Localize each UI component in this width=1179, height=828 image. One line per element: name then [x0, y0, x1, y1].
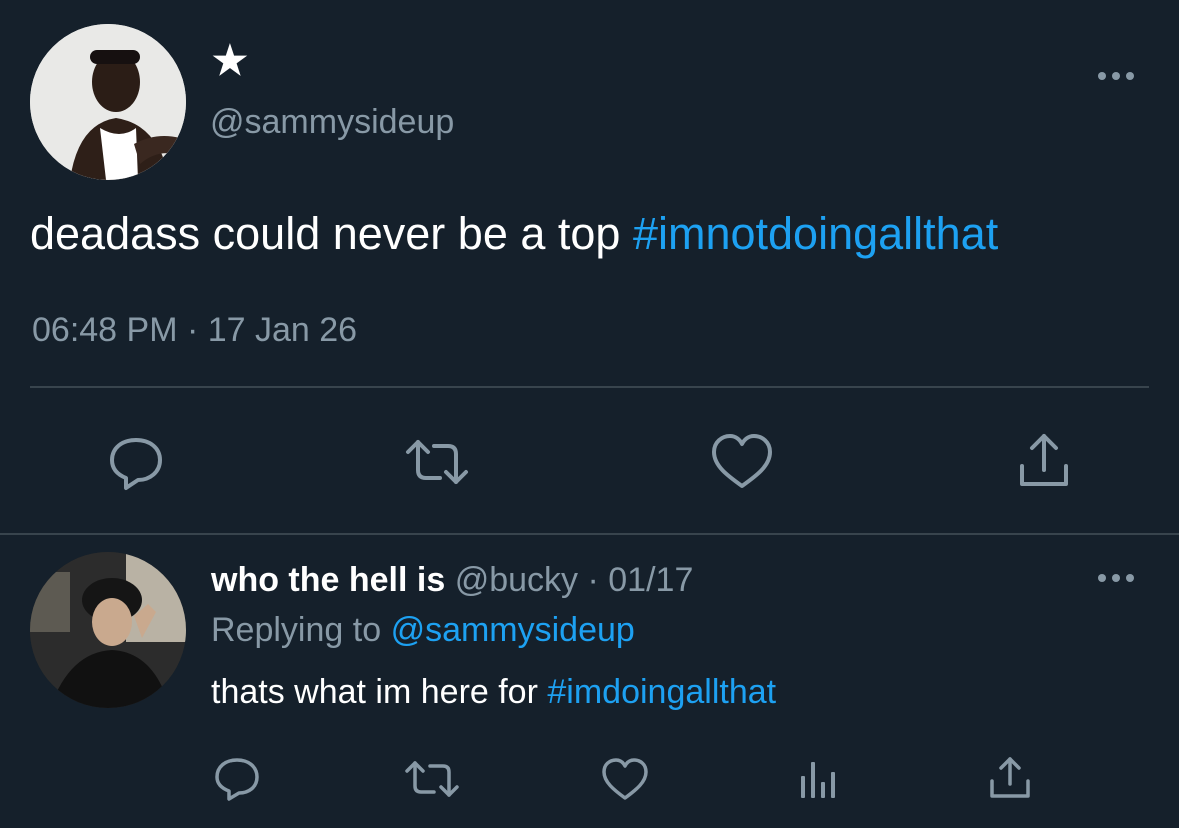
display-name[interactable]: ★: [212, 38, 248, 84]
handle[interactable]: @sammysideup: [210, 102, 454, 142]
reply-icon[interactable]: [106, 432, 166, 492]
tweet-text: thats what im here for #imdoingallthat: [211, 672, 776, 712]
share-icon[interactable]: [986, 754, 1034, 802]
analytics-icon[interactable]: [798, 758, 838, 800]
handle[interactable]: @bucky: [455, 561, 578, 599]
tweet-date[interactable]: · 01/17: [588, 561, 694, 599]
tweet-body: thats what im here for: [211, 673, 538, 711]
replying-to: Replying to @sammysideup: [211, 610, 635, 650]
more-options-icon[interactable]: [1096, 568, 1136, 588]
replying-to-label: Replying to: [211, 611, 382, 649]
divider: [0, 533, 1179, 535]
tweet-body: deadass could never be a top: [30, 208, 621, 259]
reply-header: who the hell is @bucky · 01/17: [211, 560, 693, 600]
avatar[interactable]: [30, 24, 186, 180]
retweet-icon[interactable]: [402, 756, 462, 802]
retweet-icon[interactable]: [402, 432, 472, 492]
replying-to-handle[interactable]: @sammysideup: [391, 611, 635, 649]
reply-icon[interactable]: [212, 754, 262, 802]
tweet-text: deadass could never be a top #imnotdoing…: [30, 208, 998, 260]
more-options-icon[interactable]: [1096, 66, 1136, 86]
hashtag-link[interactable]: #imdoingallthat: [547, 673, 776, 711]
like-icon[interactable]: [710, 432, 774, 492]
divider: [30, 386, 1149, 388]
timestamp[interactable]: 06:48 PM · 17 Jan 26: [32, 310, 357, 350]
display-name[interactable]: who the hell is: [211, 561, 445, 599]
share-icon[interactable]: [1014, 430, 1074, 492]
avatar[interactable]: [30, 552, 186, 708]
hashtag-link[interactable]: #imnotdoingallthat: [633, 208, 998, 259]
like-icon[interactable]: [600, 756, 650, 802]
